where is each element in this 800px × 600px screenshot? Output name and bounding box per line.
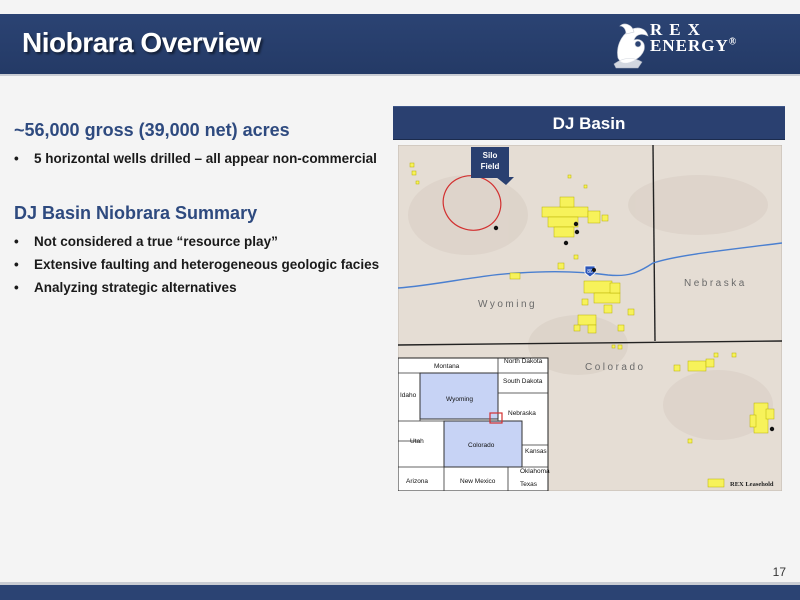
inset-label: Wyoming bbox=[446, 396, 473, 403]
us-inset-map: Montana North Dakota South Dakota Idaho … bbox=[398, 357, 550, 491]
bullet-item: 5 horizontal wells drilled – all appear … bbox=[14, 149, 377, 172]
logo-energy-text: ENERGY bbox=[650, 36, 729, 55]
map-title: DJ Basin bbox=[552, 114, 626, 133]
title-bar-rule bbox=[0, 74, 800, 76]
map-title-bar: DJ Basin bbox=[393, 106, 785, 140]
dj-basin-map: Silo Field 80 Wyoming Nebraska Colorado bbox=[398, 145, 782, 491]
ram-emblem-icon bbox=[613, 23, 649, 69]
inset-label: Idaho bbox=[400, 392, 417, 399]
callout-line-1: Silo bbox=[483, 151, 498, 160]
inset-label: North Dakota bbox=[504, 358, 543, 365]
footer-bar bbox=[0, 585, 800, 600]
logo-line-energy: ENERGY® bbox=[650, 36, 737, 56]
inset-label: Montana bbox=[434, 363, 460, 370]
state-label-colorado: Colorado bbox=[585, 362, 646, 373]
inset-label: Kansas bbox=[525, 448, 547, 455]
legend-label: REX Leasehold bbox=[730, 481, 774, 488]
summary-heading: DJ Basin Niobrara Summary bbox=[14, 203, 258, 223]
slide-title: Niobrara Overview bbox=[22, 27, 261, 58]
bullet-item: Extensive faulting and heterogeneous geo… bbox=[14, 255, 379, 278]
bullet-item: Analyzing strategic alternatives bbox=[14, 278, 379, 301]
inset-label: Texas bbox=[520, 481, 538, 488]
state-label-wyoming: Wyoming bbox=[478, 299, 537, 310]
legend-swatch bbox=[707, 478, 725, 488]
inset-label: South Dakota bbox=[503, 378, 543, 385]
summary-bullets: Not considered a true “resource play” Ex… bbox=[14, 232, 379, 301]
acreage-bullets: 5 horizontal wells drilled – all appear … bbox=[14, 149, 377, 172]
inset-label: New Mexico bbox=[460, 478, 496, 485]
inset-label: Colorado bbox=[468, 442, 495, 449]
map-legend: REX Leasehold bbox=[707, 478, 774, 488]
inset-label: Oklahoma bbox=[520, 468, 550, 475]
bullet-item: Not considered a true “resource play” bbox=[14, 232, 379, 255]
inset-label: Nebraska bbox=[508, 410, 536, 417]
callout-line-2: Field bbox=[481, 162, 500, 171]
page-number: 17 bbox=[772, 565, 786, 579]
state-label-nebraska: Nebraska bbox=[684, 278, 747, 289]
inset-label: Arizona bbox=[406, 478, 428, 485]
acreage-heading: ~56,000 gross (39,000 net) acres bbox=[14, 120, 290, 140]
registered-mark: ® bbox=[728, 36, 738, 48]
inset-label: Utah bbox=[410, 438, 424, 445]
